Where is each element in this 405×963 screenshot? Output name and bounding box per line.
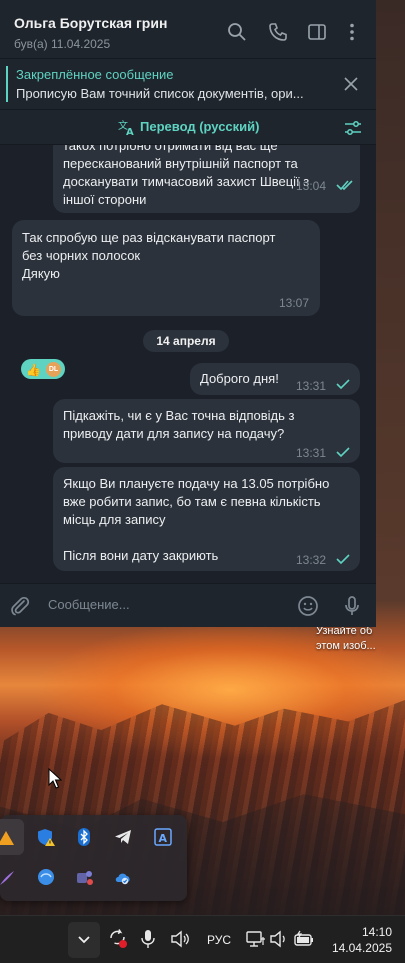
pinned-text: Прописую Вам точний список документів, о… xyxy=(16,86,304,101)
network-icon[interactable] xyxy=(246,929,266,949)
telegram-icon xyxy=(115,830,131,844)
message-outgoing[interactable]: Якщо Ви плануєте подачу на 13.05 потрібн… xyxy=(53,467,360,571)
message-outgoing[interactable]: Доброго дня! 13:31 xyxy=(190,363,360,395)
search-icon[interactable] xyxy=(227,22,247,42)
feather-icon xyxy=(0,871,14,885)
emoji-icon[interactable] xyxy=(297,595,319,617)
battery-charging-icon[interactable] xyxy=(294,929,314,949)
clock[interactable]: 14:10 14.04.2025 xyxy=(330,924,392,956)
date-separator: 14 апреля xyxy=(143,330,229,352)
text-input-icon: A xyxy=(154,828,172,846)
tray-cloud-sync[interactable] xyxy=(105,859,141,895)
microphone-icon[interactable] xyxy=(140,929,156,949)
phone-icon[interactable] xyxy=(268,22,288,42)
tray-defender[interactable] xyxy=(28,859,64,895)
translate-settings-icon[interactable] xyxy=(343,118,363,138)
message-time: 13:32 xyxy=(296,553,327,567)
message-composer[interactable]: Сообщение... xyxy=(0,583,376,627)
message-text: Підкажіть, чи є у Вас точна відповідь з … xyxy=(63,408,295,441)
tray-app-purple[interactable] xyxy=(0,859,24,895)
input-language[interactable]: РУС xyxy=(207,933,231,947)
tray-teams[interactable] xyxy=(66,859,102,895)
message-input[interactable]: Сообщение... xyxy=(48,597,130,612)
tray-telegram[interactable] xyxy=(105,819,141,855)
tray-app-orange[interactable] xyxy=(0,819,24,855)
message-time: 13:31 xyxy=(296,379,327,393)
sidebar-toggle-icon[interactable] xyxy=(307,22,327,42)
check-icon xyxy=(336,447,350,458)
app-icon xyxy=(0,831,14,845)
tray-bluetooth[interactable] xyxy=(66,819,102,855)
microphone-icon[interactable] xyxy=(341,595,363,617)
pinned-message-bar[interactable]: Закреплённое сообщение Прописую Вам точн… xyxy=(0,59,376,110)
volume-icon[interactable] xyxy=(170,929,190,949)
chevron-down-icon xyxy=(78,936,90,944)
chat-last-seen: був(а) 11.04.2025 xyxy=(14,37,111,51)
tray-keyboard-layout[interactable]: A xyxy=(145,819,181,855)
message-outgoing[interactable]: такох потрібно отримати від вас ще перес… xyxy=(53,145,360,213)
tray-overflow-panel: A xyxy=(0,815,187,901)
more-menu-icon[interactable] xyxy=(342,22,362,42)
message-text: Якщо Ви плануєте подачу на 13.05 потрібн… xyxy=(63,476,330,563)
tray-security-warning[interactable] xyxy=(28,819,64,855)
clock-date: 14.04.2025 xyxy=(331,941,392,955)
clock-time: 14:10 xyxy=(361,925,392,939)
avatar: DL xyxy=(46,362,61,377)
tray-expand-button[interactable] xyxy=(68,922,100,958)
wallpaper-caption-line2: этом изоб... xyxy=(316,640,376,652)
message-incoming[interactable]: Так спробую ще раз відсканувати паспорт … xyxy=(12,220,320,379)
reaction-emoji: 👍 xyxy=(26,363,41,377)
message-time: 13:07 xyxy=(279,296,310,310)
check-icon xyxy=(336,379,350,390)
telegram-window: Ольга Борутская грин був(а) 11.04.2025 З… xyxy=(0,0,376,627)
bluetooth-icon xyxy=(78,828,90,846)
translate-label: Перевод (русский) xyxy=(140,119,260,134)
chat-name[interactable]: Ольга Борутская грин xyxy=(14,15,167,31)
message-time: 13:31 xyxy=(296,446,327,460)
message-text: Так спробую ще раз відсканувати паспорт … xyxy=(22,230,276,281)
cloud-icon xyxy=(115,873,130,885)
paperclip-icon[interactable] xyxy=(9,595,31,617)
translate-bar[interactable]: 文A Перевод (русский) xyxy=(0,110,376,145)
mouse-cursor-icon xyxy=(48,768,62,789)
pinned-title: Закреплённое сообщение xyxy=(16,67,174,82)
pinned-accent-bar xyxy=(6,66,8,102)
close-icon[interactable] xyxy=(342,75,360,93)
wallpaper-info-link[interactable]: Узнайте об этом изоб... xyxy=(316,624,396,654)
check-icon xyxy=(336,554,350,565)
svg-text:A: A xyxy=(159,832,168,845)
message-list[interactable]: такох потрібно отримати від вас ще перес… xyxy=(0,145,376,582)
svg-text:A: A xyxy=(126,127,134,136)
shield-warning-icon xyxy=(38,829,55,846)
message-text: такох потрібно отримати від вас ще перес… xyxy=(63,145,310,207)
message-time: 13:04 xyxy=(296,179,327,193)
taskbar: РУС 14:10 14.04.2025 xyxy=(0,915,405,963)
translate-icon: 文A xyxy=(118,119,134,136)
message-text: Доброго дня! xyxy=(200,371,279,386)
reaction-badge[interactable]: 👍 DL xyxy=(21,359,65,379)
chat-header: Ольга Борутская грин був(а) 11.04.2025 xyxy=(0,0,376,59)
teams-icon xyxy=(77,871,93,885)
double-check-icon xyxy=(336,180,353,191)
speaker-icon[interactable] xyxy=(270,929,288,949)
sync-error-icon[interactable] xyxy=(107,927,129,949)
globe-icon xyxy=(38,869,54,885)
message-outgoing[interactable]: Підкажіть, чи є у Вас точна відповідь з … xyxy=(53,399,360,463)
